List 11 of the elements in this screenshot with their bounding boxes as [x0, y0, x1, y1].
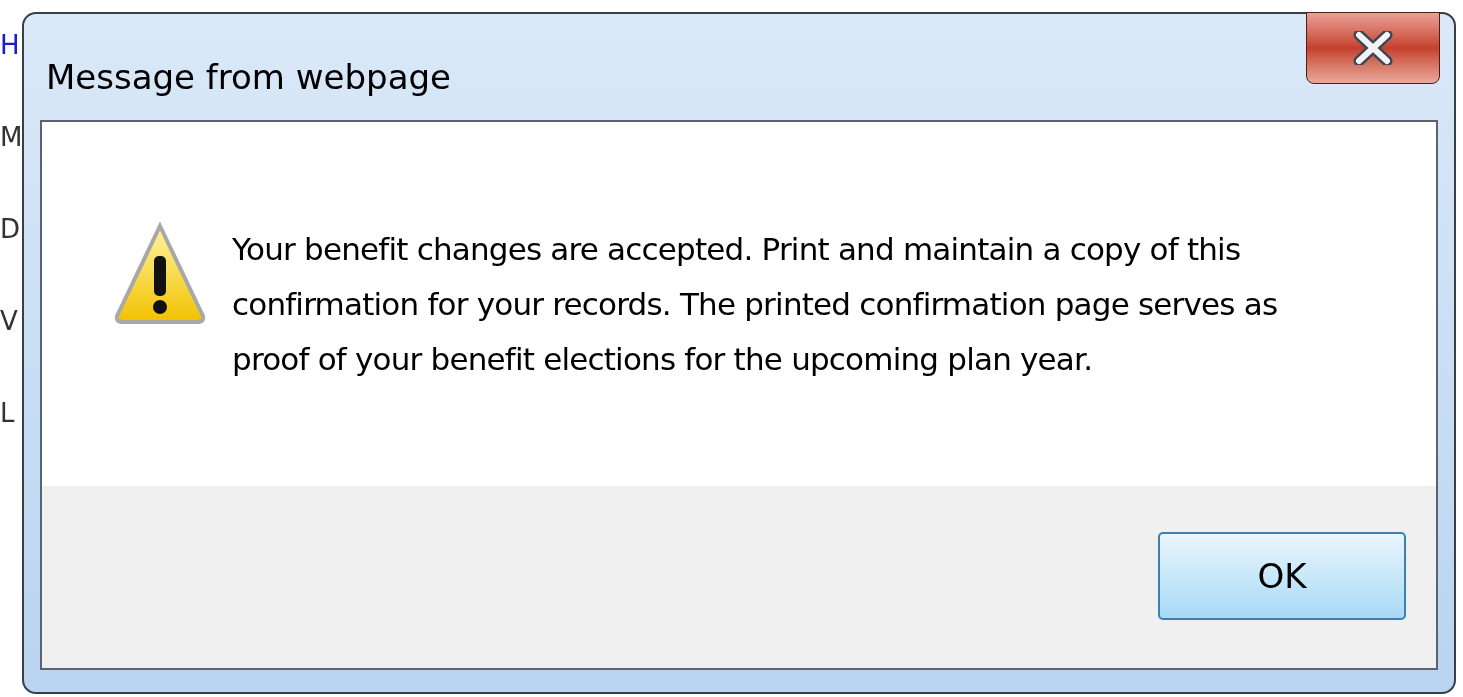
window-title: Message from webpage: [46, 56, 451, 99]
close-button[interactable]: [1306, 12, 1440, 84]
page-text: L: [0, 398, 15, 428]
page-text: D: [0, 214, 21, 244]
message-text: Your benefit changes are accepted. Print and maintain a copy of this confirmation for your records. The printed confirmation page serves as proof of your benefit elections for the upcoming plan year.: [232, 230, 1279, 379]
page-text: V: [0, 306, 18, 336]
close-icon: [1353, 31, 1393, 65]
ok-button[interactable]: OK: [1158, 532, 1406, 620]
page-text: M: [0, 122, 23, 152]
page-link[interactable]: H: [0, 30, 20, 60]
warning-icon: [114, 222, 206, 326]
